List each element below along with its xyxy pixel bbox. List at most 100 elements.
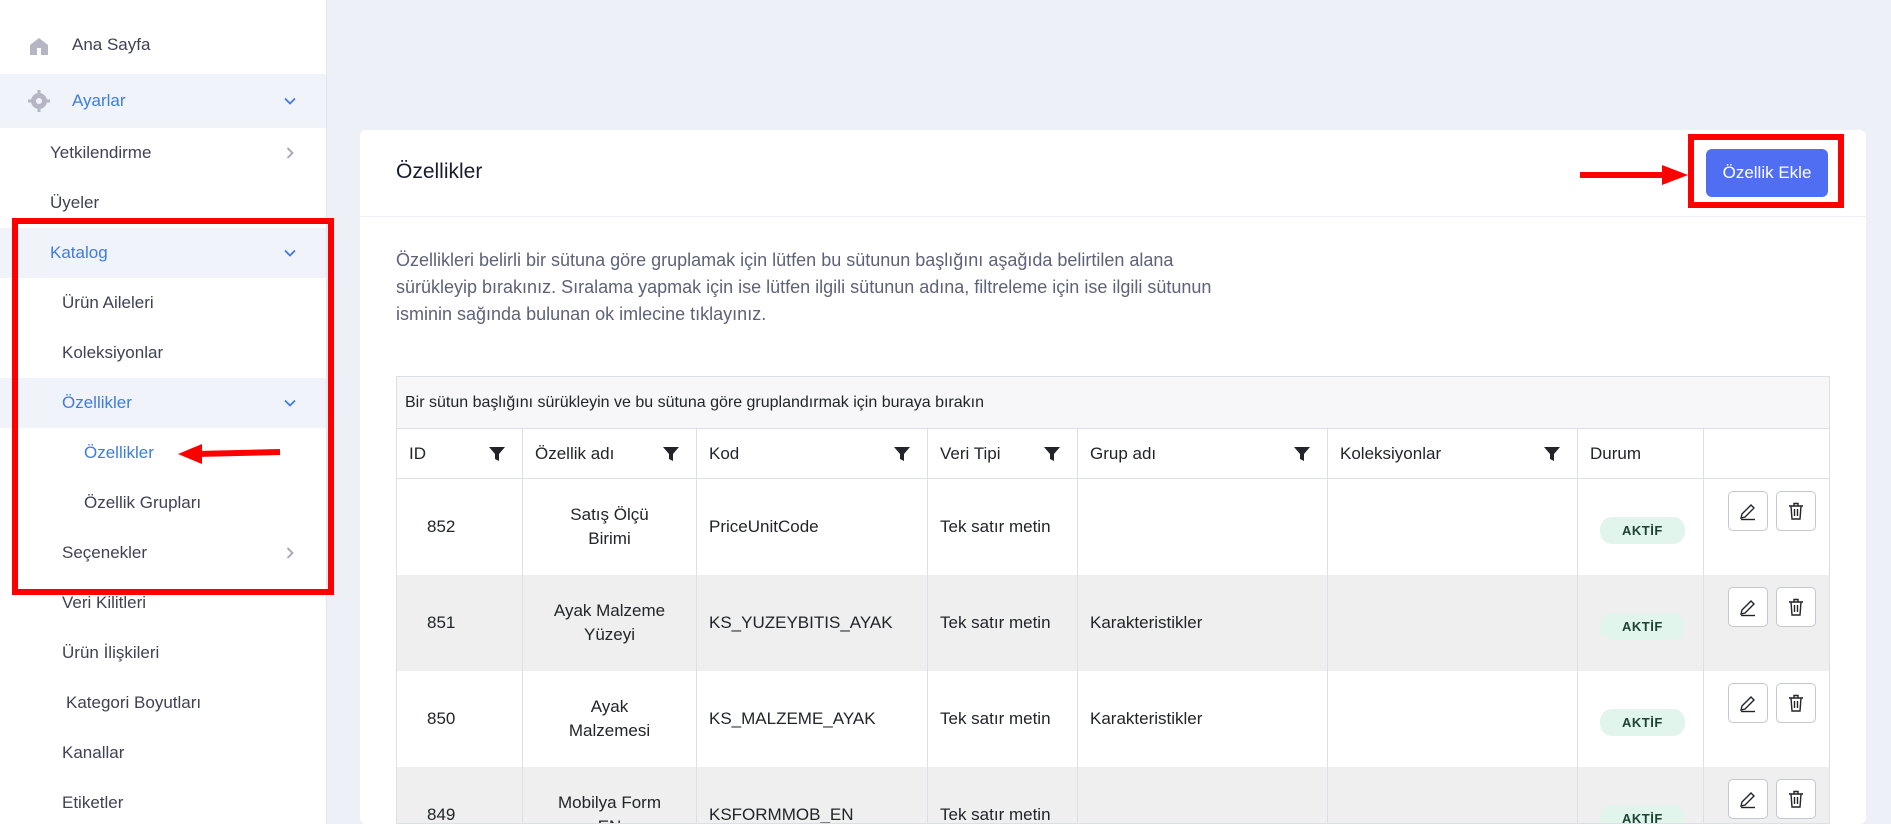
edit-button[interactable]	[1728, 491, 1768, 531]
cell-code: KSFORMMOB_EN	[697, 767, 928, 823]
group-panel[interactable]: Bir sütun başlığını sürükleyin ve bu süt…	[397, 377, 1829, 429]
column-header-collections[interactable]: Koleksiyonlar	[1328, 429, 1578, 479]
pencil-icon	[1740, 792, 1755, 809]
cell-code: PriceUnitCode	[697, 479, 928, 575]
filter-icon[interactable]	[662, 445, 680, 463]
cell-collections	[1328, 671, 1578, 767]
trash-icon	[1789, 502, 1803, 520]
info-text: Özellikleri belirli bir sütuna göre grup…	[396, 250, 1212, 324]
column-header-label: Özellik adı	[535, 443, 615, 463]
trash-icon	[1789, 694, 1803, 712]
column-header-data-type[interactable]: Veri Tipi	[928, 429, 1078, 479]
sidebar-item-label: Kategori Boyutları	[66, 693, 202, 712]
filter-icon[interactable]	[893, 445, 911, 463]
delete-button[interactable]	[1776, 683, 1816, 723]
cell-data-type: Tek satır metin	[928, 575, 1078, 671]
cell-name: Ayak Malzemesi	[523, 671, 697, 767]
pencil-icon	[1740, 696, 1755, 713]
gear-icon	[28, 90, 50, 112]
trash-icon	[1789, 790, 1803, 808]
status-badge: AKTİF	[1600, 708, 1685, 736]
column-header-id[interactable]: ID	[397, 429, 523, 479]
sidebar-item-label: Üyeler	[50, 193, 100, 212]
annotation-arrow-icon	[1580, 165, 1688, 185]
edit-button[interactable]	[1728, 683, 1768, 723]
annotation-box-catalog	[12, 218, 334, 595]
edit-button[interactable]	[1728, 587, 1768, 627]
divider	[360, 216, 1866, 217]
chevron-right-icon	[286, 147, 294, 159]
attributes-grid: Bir sütun başlığını sürükleyin ve bu süt…	[396, 376, 1830, 824]
column-header-label: Grup adı	[1090, 443, 1157, 463]
cell-status: AKTİF	[1578, 767, 1704, 823]
column-header-actions	[1704, 429, 1829, 479]
column-header-code[interactable]: Kod	[697, 429, 928, 479]
trash-icon	[1789, 598, 1803, 616]
status-badge: AKTİF	[1600, 612, 1685, 640]
status-badge: AKTİF	[1600, 516, 1685, 544]
cell-group: Karakteristikler	[1078, 671, 1328, 767]
sidebar-item-tags[interactable]: Etiketler	[0, 778, 326, 824]
edit-button[interactable]	[1728, 779, 1768, 819]
page-title: Özellikler	[396, 160, 483, 183]
column-header-label: Veri Tipi	[940, 443, 1001, 463]
cell-data-type: Tek satır metin	[928, 479, 1078, 575]
cell-status: AKTİF	[1578, 575, 1704, 671]
chevron-down-icon	[284, 97, 296, 105]
cell-name: Mobilya Form EN	[523, 767, 697, 823]
cell-id: 851	[397, 575, 523, 671]
sidebar-item-category-dimensions[interactable]: Kategori Boyutları	[0, 678, 326, 728]
sidebar-item-channels[interactable]: Kanallar	[0, 728, 326, 778]
sidebar-item-label: Ayarlar	[72, 91, 126, 110]
pencil-icon	[1740, 504, 1755, 521]
table-row[interactable]: 849 Mobilya Form EN KSFORMMOB_EN Tek sat…	[397, 767, 1829, 823]
delete-button[interactable]	[1776, 779, 1816, 819]
cell-code: KS_YUZEYBITIS_AYAK	[697, 575, 928, 671]
filter-icon[interactable]	[1043, 445, 1061, 463]
cell-collections	[1328, 479, 1578, 575]
sidebar-item-label: Veri Kilitleri	[62, 593, 147, 612]
sidebar-item-label: Yetkilendirme	[50, 143, 152, 162]
cell-code: KS_MALZEME_AYAK	[697, 671, 928, 767]
filter-icon[interactable]	[1293, 445, 1311, 463]
attributes-card: Özellikler Özellik Ekle Özellikleri beli…	[360, 130, 1866, 824]
sidebar-item-label: Kanallar	[62, 743, 125, 762]
sidebar-item-authorization[interactable]: Yetkilendirme	[0, 128, 326, 178]
delete-button[interactable]	[1776, 491, 1816, 531]
delete-button[interactable]	[1776, 587, 1816, 627]
column-header-status[interactable]: Durum	[1578, 429, 1704, 479]
cell-name: Ayak Malzeme Yüzeyi	[523, 575, 697, 671]
filter-icon[interactable]	[1543, 445, 1561, 463]
column-header-group[interactable]: Grup adı	[1078, 429, 1328, 479]
column-header-label: Durum	[1590, 443, 1642, 463]
annotation-arrow-icon	[178, 444, 281, 464]
table-row[interactable]: 851 Ayak Malzeme Yüzeyi KS_YUZEYBITIS_AY…	[397, 575, 1829, 671]
cell-collections	[1328, 767, 1578, 823]
annotation-box-add-button	[1688, 134, 1844, 208]
table-row[interactable]: 852 Satış Ölçü Birimi PriceUnitCode Tek …	[397, 479, 1829, 575]
cell-status: AKTİF	[1578, 671, 1704, 767]
cell-group: Karakteristikler	[1078, 575, 1328, 671]
sidebar-item-home[interactable]: Ana Sayfa	[0, 20, 326, 70]
column-header-label: Koleksiyonlar	[1340, 443, 1442, 463]
cell-data-type: Tek satır metin	[928, 671, 1078, 767]
sidebar-item-product-relations[interactable]: Ürün İlişkileri	[0, 628, 326, 678]
pencil-icon	[1740, 600, 1755, 617]
sidebar-item-label: Etiketler	[62, 793, 124, 812]
column-header-name[interactable]: Özellik adı	[523, 429, 697, 479]
home-icon	[30, 38, 48, 55]
status-badge: AKTİF	[1600, 804, 1685, 823]
cell-data-type: Tek satır metin	[928, 767, 1078, 823]
cell-status: AKTİF	[1578, 479, 1704, 575]
sidebar-item-settings[interactable]: Ayarlar	[0, 74, 326, 128]
cell-id: 849	[397, 767, 523, 823]
cell-group	[1078, 479, 1328, 575]
table-row[interactable]: 850 Ayak Malzemesi KS_MALZEME_AYAK Tek s…	[397, 671, 1829, 767]
cell-id: 850	[397, 671, 523, 767]
sidebar-item-label: Ana Sayfa	[72, 35, 151, 54]
cell-id: 852	[397, 479, 523, 575]
cell-collections	[1328, 575, 1578, 671]
cell-name: Satış Ölçü Birimi	[523, 479, 697, 575]
filter-icon[interactable]	[488, 445, 506, 463]
sidebar-item-label: Ürün İlişkileri	[62, 643, 160, 662]
